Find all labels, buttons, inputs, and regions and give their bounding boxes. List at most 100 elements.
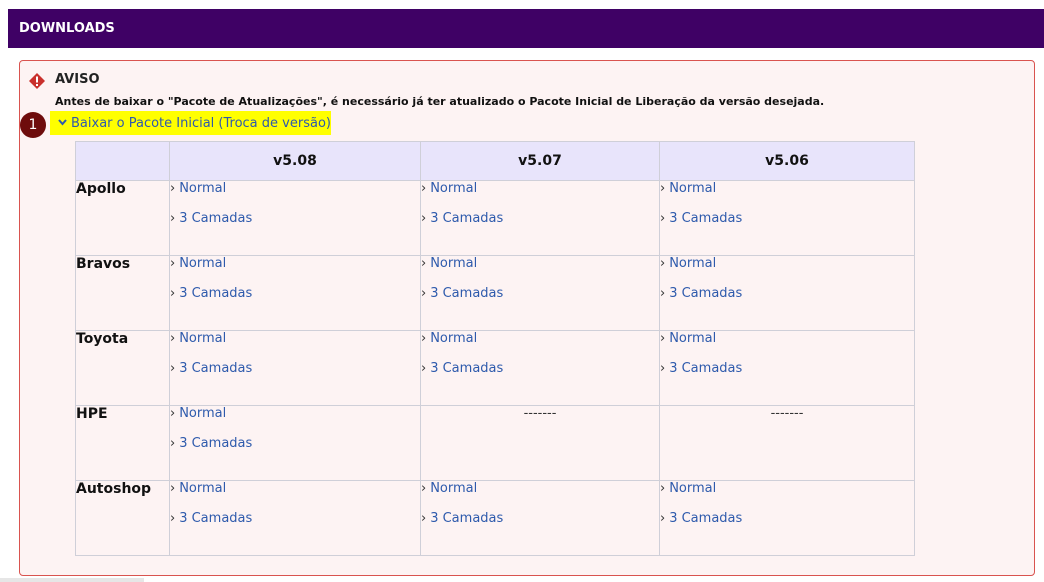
normal-download-link[interactable]: › Normal (660, 181, 914, 211)
link-label: 3 Camadas (179, 361, 253, 376)
chevron-right-icon: › (421, 511, 427, 526)
download-cell: › Normal › 3 Camadas (659, 330, 915, 406)
download-cell: › Normal › 3 Camadas (659, 480, 915, 556)
chevron-right-icon: › (660, 481, 666, 496)
link-label: Normal (669, 181, 717, 196)
three-layer-download-link[interactable]: › 3 Camadas (660, 286, 914, 316)
normal-download-link[interactable]: › Normal (170, 181, 420, 211)
step-number: 1 (28, 117, 38, 133)
link-label: Normal (179, 406, 227, 421)
toggle-label: Baixar o Pacote Inicial (Troca de versão… (71, 115, 331, 131)
corner-header (75, 141, 170, 181)
link-label: Normal (669, 331, 717, 346)
chevron-right-icon: › (421, 286, 427, 301)
download-cell: › Normal › 3 Camadas (420, 180, 660, 256)
link-label: 3 Camadas (669, 286, 743, 301)
chevron-right-icon: › (660, 361, 666, 376)
link-label: Normal (179, 331, 227, 346)
download-cell: › Normal › 3 Camadas (169, 405, 421, 481)
three-layer-download-link[interactable]: › 3 Camadas (170, 286, 420, 316)
download-cell: › Normal › 3 Camadas (169, 255, 421, 331)
chevron-right-icon: › (660, 511, 666, 526)
section-title: DOWNLOADS (19, 21, 115, 36)
download-cell: › Normal › 3 Camadas (659, 180, 915, 256)
link-label: 3 Camadas (179, 436, 253, 451)
chevron-right-icon: › (170, 331, 176, 346)
three-layer-download-link[interactable]: › 3 Camadas (421, 511, 659, 541)
three-layer-download-link[interactable]: › 3 Camadas (660, 211, 914, 241)
section-header: DOWNLOADS (8, 9, 1044, 48)
link-label: Normal (430, 331, 478, 346)
link-label: 3 Camadas (179, 511, 253, 526)
chevron-right-icon: › (421, 331, 427, 346)
normal-download-link[interactable]: › Normal (170, 256, 420, 286)
normal-download-link[interactable]: › Normal (170, 481, 420, 511)
warning-text: Antes de baixar o "Pacote de Atualizaçõe… (55, 95, 825, 108)
link-label: 3 Camadas (669, 211, 743, 226)
link-label: 3 Camadas (430, 511, 504, 526)
three-layer-download-link[interactable]: › 3 Camadas (421, 211, 659, 241)
unavailable-cell: ------- (659, 405, 915, 481)
link-label: Normal (430, 256, 478, 271)
table-row: HPE › Normal › 3 Camadas ------- ------- (75, 405, 915, 481)
column-header: v5.06 (659, 141, 915, 181)
normal-download-link[interactable]: › Normal (421, 256, 659, 286)
chevron-right-icon: › (660, 181, 666, 196)
table-row: Toyota › Normal › 3 Camadas › Normal › 3 Camadas… (75, 330, 915, 406)
link-label: Normal (669, 481, 717, 496)
download-cell: › Normal › 3 Camadas (169, 330, 421, 406)
table-row: Apollo › Normal › 3 Camadas › Normal › 3 Camadas… (75, 180, 915, 256)
three-layer-download-link[interactable]: › 3 Camadas (660, 511, 914, 541)
normal-download-link[interactable]: › Normal (421, 481, 659, 511)
chevron-right-icon: › (421, 361, 427, 376)
chevron-right-icon: › (660, 256, 666, 271)
link-label: 3 Camadas (179, 211, 253, 226)
column-header: v5.08 (169, 141, 421, 181)
link-label: 3 Camadas (669, 511, 743, 526)
link-label: 3 Camadas (669, 361, 743, 376)
table-header-row: v5.08 v5.07 v5.06 (75, 141, 915, 181)
normal-download-link[interactable]: › Normal (660, 331, 914, 361)
three-layer-download-link[interactable]: › 3 Camadas (170, 211, 420, 241)
link-label: Normal (179, 256, 227, 271)
link-label: 3 Camadas (430, 361, 504, 376)
chevron-right-icon: › (170, 211, 176, 226)
normal-download-link[interactable]: › Normal (170, 331, 420, 361)
three-layer-download-link[interactable]: › 3 Camadas (170, 436, 420, 466)
row-label: HPE (75, 405, 170, 481)
three-layer-download-link[interactable]: › 3 Camadas (170, 511, 420, 541)
step-marker: 1 (20, 112, 46, 138)
normal-download-link[interactable]: › Normal (421, 181, 659, 211)
link-label: Normal (179, 481, 227, 496)
normal-download-link[interactable]: › Normal (170, 406, 420, 436)
three-layer-download-link[interactable]: › 3 Camadas (421, 361, 659, 391)
initial-package-toggle[interactable]: Baixar o Pacote Inicial (Troca de versão… (50, 111, 331, 135)
chevron-right-icon: › (421, 256, 427, 271)
chevron-right-icon: › (421, 181, 427, 196)
three-layer-download-link[interactable]: › 3 Camadas (170, 361, 420, 391)
chevron-right-icon: › (660, 211, 666, 226)
normal-download-link[interactable]: › Normal (660, 481, 914, 511)
chevron-right-icon: › (170, 436, 176, 451)
warning-title: AVISO (55, 72, 100, 87)
downloads-table: v5.08 v5.07 v5.06 Apollo › Normal › 3 Camada… (75, 141, 915, 556)
three-layer-download-link[interactable]: › 3 Camadas (660, 361, 914, 391)
horizontal-scrollbar[interactable] (0, 578, 144, 582)
chevron-right-icon: › (170, 511, 176, 526)
chevron-right-icon: › (170, 481, 176, 496)
chevron-right-icon: › (660, 286, 666, 301)
column-header: v5.07 (420, 141, 660, 181)
row-label: Bravos (75, 255, 170, 331)
row-label: Autoshop (75, 480, 170, 556)
normal-download-link[interactable]: › Normal (660, 256, 914, 286)
three-layer-download-link[interactable]: › 3 Camadas (421, 286, 659, 316)
normal-download-link[interactable]: › Normal (421, 331, 659, 361)
link-label: 3 Camadas (430, 286, 504, 301)
link-label: Normal (669, 256, 717, 271)
table-row: Autoshop › Normal › 3 Camadas › Normal › 3 Camad… (75, 480, 915, 556)
link-label: Normal (179, 181, 227, 196)
link-label: 3 Camadas (179, 286, 253, 301)
chevron-down-icon (58, 118, 67, 129)
chevron-right-icon: › (660, 331, 666, 346)
download-cell: › Normal › 3 Camadas (420, 255, 660, 331)
